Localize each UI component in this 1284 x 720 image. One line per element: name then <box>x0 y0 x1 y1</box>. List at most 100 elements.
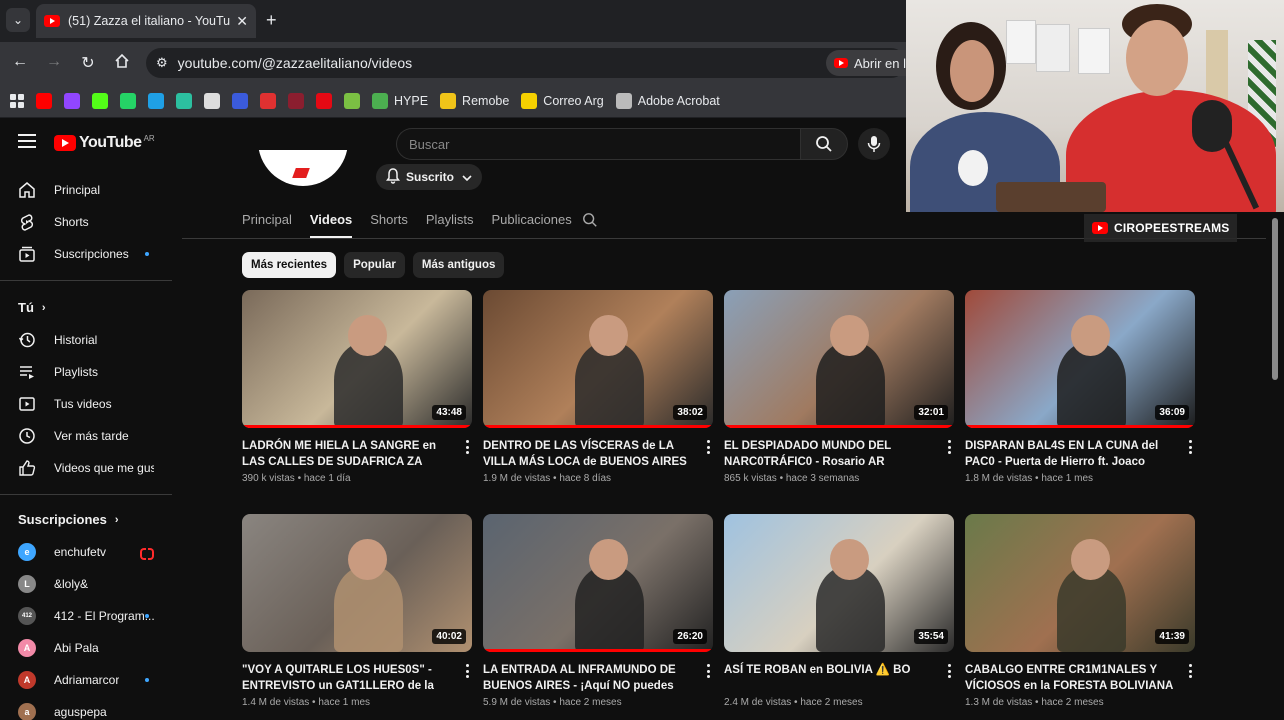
video-age: hace 1 mes <box>318 697 371 708</box>
whatsapp-bookmark[interactable] <box>120 92 136 109</box>
tab-publicaciones[interactable]: Publicaciones <box>492 204 572 238</box>
sub-enchufetv[interactable]: e enchufetv <box>0 536 172 568</box>
more-actions-icon[interactable] <box>707 440 711 454</box>
home-icon[interactable] <box>112 53 132 74</box>
more-actions-icon[interactable] <box>1189 664 1193 678</box>
video-thumbnail[interactable]: 38:02 <box>483 290 713 428</box>
video-title[interactable]: DISPARAN BAL4S EN LA CUNA del PAC0 - Pue… <box>965 438 1175 470</box>
tab-search-chevron-icon[interactable]: ⌄ <box>6 8 30 32</box>
sidebar-item-liked[interactable]: Videos que me gus... <box>0 452 172 484</box>
sidebar-item-playlists[interactable]: Playlists <box>0 356 172 388</box>
video-thumbnail[interactable]: 43:48 <box>242 290 472 428</box>
video-card[interactable]: 32:01 EL DESPIADADO MUNDO DEL NARC0TRÁFIC… <box>724 290 954 484</box>
download-bookmark[interactable] <box>232 92 248 109</box>
video-title[interactable]: LA ENTRADA AL INFRAMUNDO DE BUENOS AIRES… <box>483 662 693 694</box>
video-thumbnail[interactable]: 26:20 <box>483 514 713 652</box>
tab-shorts[interactable]: Shorts <box>370 204 408 238</box>
video-thumbnail[interactable]: 41:39 <box>965 514 1195 652</box>
search-input[interactable] <box>396 128 800 160</box>
channel-search-icon[interactable] <box>582 212 598 233</box>
video-title[interactable]: "VOY A QUITARLE LOS HUES0S" - ENTREVISTO… <box>242 662 452 694</box>
tab-principal[interactable]: Principal <box>242 204 292 238</box>
sort-chip[interactable]: Popular <box>344 252 405 278</box>
search-button[interactable] <box>800 128 848 160</box>
video-thumbnail[interactable]: 40:02 <box>242 514 472 652</box>
thumbnail-face <box>1070 538 1110 581</box>
hype-bookmark[interactable]: HYPE <box>372 92 428 109</box>
sidebar-item-principal[interactable]: Principal <box>0 174 172 206</box>
apps-grid-icon <box>10 93 24 108</box>
video-views: 5.9 M de vistas <box>483 697 551 708</box>
reload-icon[interactable]: ↻ <box>78 53 98 73</box>
video-card[interactable]: 40:02 "VOY A QUITARLE LOS HUES0S" - ENTRE… <box>242 514 472 708</box>
tab-playlists[interactable]: Playlists <box>426 204 474 238</box>
more-actions-icon[interactable] <box>466 664 470 678</box>
more-actions-icon[interactable] <box>466 440 470 454</box>
more-actions-icon[interactable] <box>948 440 952 454</box>
sidebar-item-ver-mas-tarde[interactable]: Ver más tarde <box>0 420 172 452</box>
sidebar-item-suscripciones[interactable]: Suscripciones <box>0 238 172 270</box>
video-card[interactable]: 26:20 LA ENTRADA AL INFRAMUNDO DE BUENOS … <box>483 514 713 708</box>
video-thumbnail[interactable]: 35:54 <box>724 514 954 652</box>
correo-bookmark[interactable]: Correo Arg <box>521 92 604 109</box>
sort-chip[interactable]: Más antiguos <box>412 252 505 278</box>
more-actions-icon[interactable] <box>1189 440 1193 454</box>
video-card[interactable]: 43:48 LADRÓN ME HIELA LA SANGRE en LAS CA… <box>242 290 472 484</box>
video-title[interactable]: ASÍ TE ROBAN en BOLIVIA ⚠️ BO <box>724 662 934 694</box>
video-title[interactable]: LADRÓN ME HIELA LA SANGRE en LAS CALLES … <box>242 438 452 470</box>
channel-avatar-icon: 412 <box>18 607 36 625</box>
green-bookmark[interactable] <box>344 92 360 109</box>
sidebar-item-historial[interactable]: Historial <box>0 324 172 356</box>
video-title[interactable]: EL DESPIADADO MUNDO DEL NARC0TRÁFIC0 - R… <box>724 438 934 470</box>
you-section-heading[interactable]: Tú › <box>18 300 46 315</box>
acrobat-bookmark[interactable]: Adobe Acrobat <box>615 92 720 109</box>
whatsapp-business-bookmark[interactable] <box>176 92 192 109</box>
forward-icon[interactable]: → <box>44 53 64 71</box>
video-card[interactable]: 38:02 DENTRO DE LAS VÍSCERAS de LA VILLA … <box>483 290 713 484</box>
menu-icon[interactable] <box>18 134 36 148</box>
sub-loly[interactable]: L &loly& <box>0 568 172 600</box>
youtube-logo[interactable]: YouTube AR <box>54 134 155 152</box>
remobe-bookmark[interactable]: Remobe <box>440 92 509 109</box>
youtube-logo-text: YouTube <box>79 134 142 151</box>
sub-aguspepa[interactable]: a aguspepa <box>0 696 172 720</box>
sidebar-item-tus-videos[interactable]: Tus videos <box>0 388 172 420</box>
edge-bookmark[interactable] <box>148 92 164 109</box>
youtube-bookmark[interactable] <box>36 92 52 109</box>
sidebar-item-shorts[interactable]: Shorts <box>0 206 172 238</box>
more-actions-icon[interactable] <box>948 664 952 678</box>
subscribed-button[interactable]: Suscrito <box>376 164 483 190</box>
channel-avatar[interactable] <box>258 150 348 186</box>
video-card[interactable]: 35:54 ASÍ TE ROBAN en BOLIVIA ⚠️ BO 2.4 M … <box>724 514 954 708</box>
video-thumbnail[interactable]: 32:01 <box>724 290 954 428</box>
more-actions-icon[interactable] <box>707 664 711 678</box>
subscriptions-section-heading[interactable]: Suscripciones › <box>18 512 119 527</box>
apps-grid[interactable] <box>10 93 24 108</box>
tab-videos[interactable]: Videos <box>309 204 353 238</box>
sub-412[interactable]: 412 412 - El Program... <box>0 600 172 632</box>
address-bar[interactable]: ⚙ youtube.com/@zazzaelitaliano/videos <box>146 48 906 78</box>
sub-abi-pala[interactable]: A Abi Pala <box>0 632 172 664</box>
page-scrollbar[interactable] <box>1272 218 1278 380</box>
video-card[interactable]: 36:09 DISPARAN BAL4S EN LA CUNA del PAC0 … <box>965 290 1195 484</box>
site-info-icon[interactable]: ⚙ <box>156 55 168 71</box>
kick-bookmark[interactable] <box>92 92 108 109</box>
video-title[interactable]: DENTRO DE LAS VÍSCERAS de LA VILLA MÁS L… <box>483 438 693 470</box>
adobe-bookmark[interactable] <box>288 92 304 109</box>
sort-chip[interactable]: Más recientes <box>242 252 337 278</box>
sub-adriamarcor[interactable]: A Adriamarcor <box>0 664 172 696</box>
video-title[interactable]: CABALGO ENTRE CR1M1NALES Y VÍCIOSOS en l… <box>965 662 1175 694</box>
twitch-bookmark[interactable] <box>64 92 80 109</box>
apple-bookmark[interactable] <box>260 92 276 109</box>
ghost-bookmark[interactable] <box>204 92 220 109</box>
browser-tab[interactable]: (51) Zazza el italiano - YouTube ✕ <box>36 4 256 38</box>
back-icon[interactable]: ← <box>10 53 30 71</box>
voice-search-button[interactable] <box>858 128 890 160</box>
chevron-down-icon <box>462 170 472 184</box>
video-duration: 26:20 <box>673 629 707 644</box>
video-thumbnail[interactable]: 36:09 <box>965 290 1195 428</box>
video-card[interactable]: 41:39 CABALGO ENTRE CR1M1NALES Y VÍCIOSOS… <box>965 514 1195 708</box>
netflix-bookmark[interactable] <box>316 92 332 109</box>
new-tab-icon[interactable]: + <box>266 10 277 30</box>
tab-close-icon[interactable]: ✕ <box>236 13 248 30</box>
